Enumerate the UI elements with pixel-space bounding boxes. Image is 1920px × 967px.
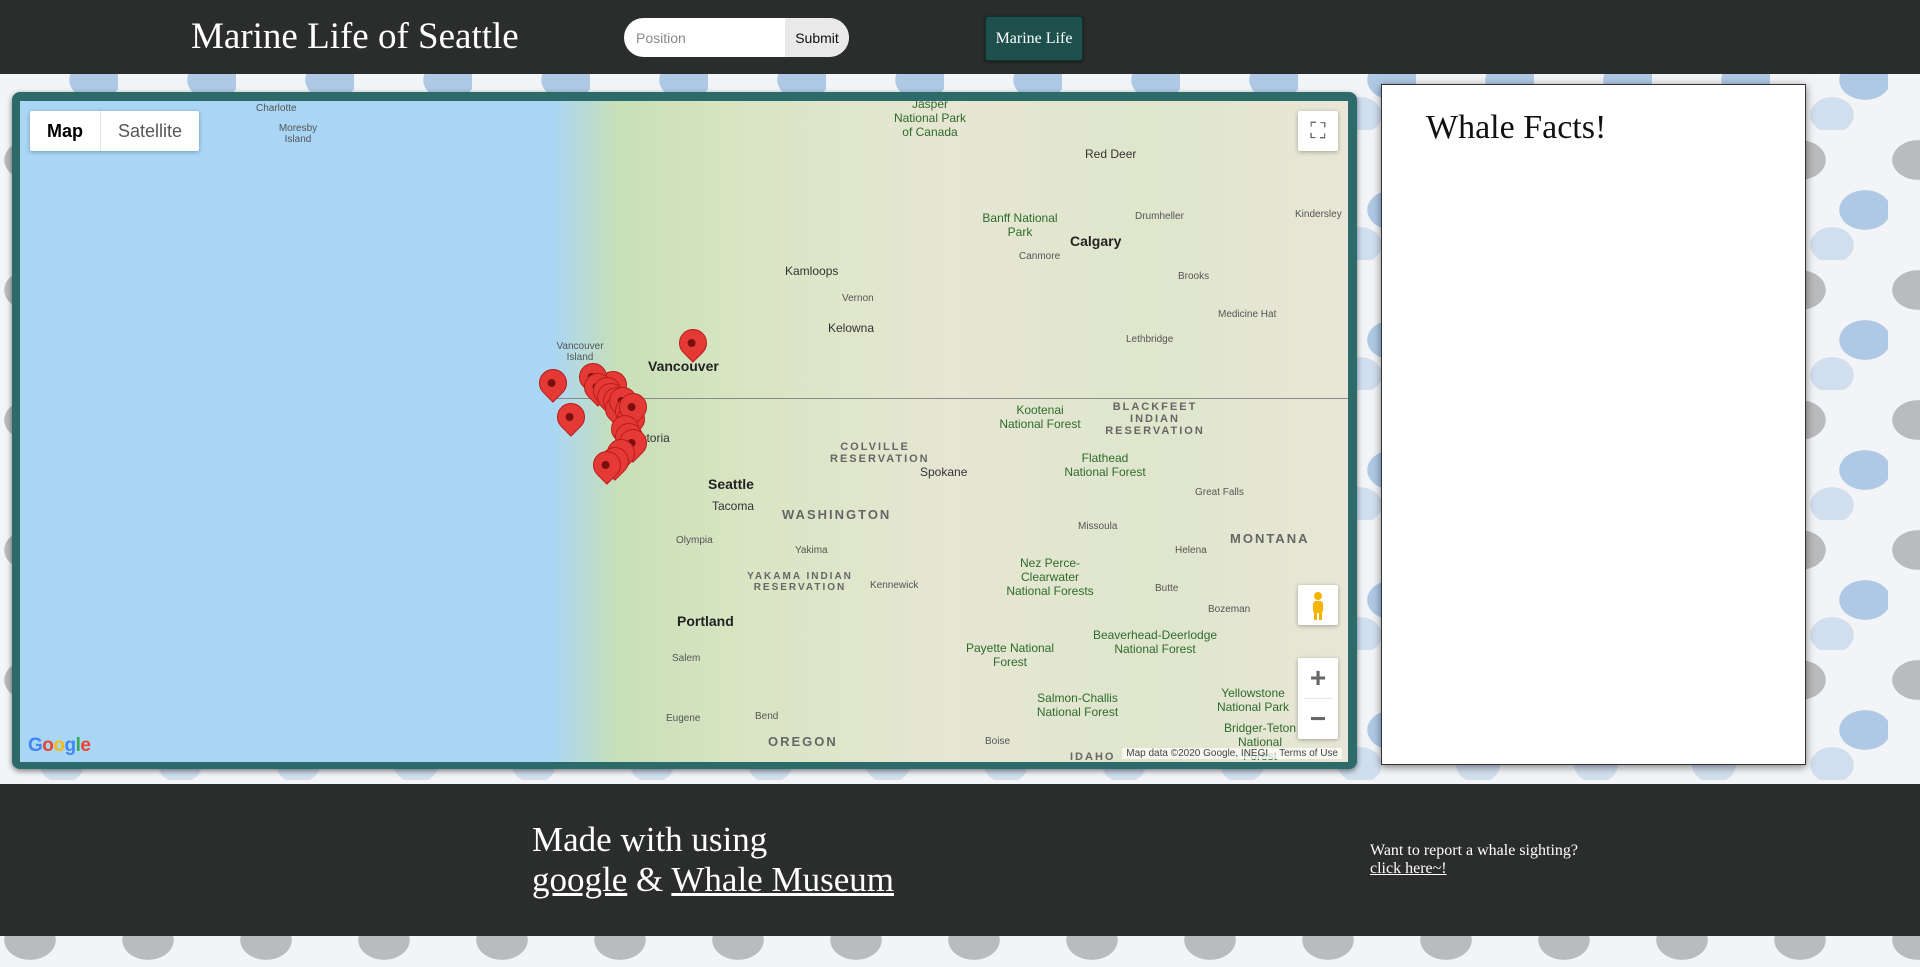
map-attribution: Map data ©2020 Google, INEGI Terms of Us…: [1122, 748, 1342, 759]
google-logo-o1: o: [42, 735, 54, 756]
whale-sighting-marker[interactable]: [673, 323, 713, 363]
city-label-seattle: Seattle: [708, 476, 754, 492]
region-label: MONTANA: [1230, 531, 1310, 546]
map-type-satellite-button[interactable]: Satellite: [100, 111, 199, 151]
place-label: Moresby Island: [278, 123, 318, 145]
google-logo-g: G: [28, 735, 43, 756]
place-label: Missoula: [1078, 521, 1118, 532]
place-label: Butte: [1155, 583, 1179, 594]
marine-life-button[interactable]: Marine Life: [985, 16, 1083, 61]
region-label: IDAHO: [1070, 751, 1116, 762]
park-label: Payette National Forest: [965, 641, 1055, 669]
position-input[interactable]: [624, 18, 796, 57]
ampersand: &: [636, 860, 664, 899]
city-label-portland: Portland: [677, 613, 734, 629]
report-sighting: Want to report a whale sighting? click h…: [1370, 842, 1578, 878]
fullscreen-icon: ⛶: [1310, 118, 1326, 143]
google-logo-g2: g: [64, 735, 77, 756]
place-label: Tacoma: [712, 499, 755, 513]
google-map[interactable]: Charlotte Moresby Island Jasper National…: [20, 101, 1348, 762]
city-label-calgary: Calgary: [1070, 233, 1122, 249]
place-label: Salem: [672, 653, 701, 664]
place-label: Charlotte: [256, 103, 297, 114]
place-label: Kelowna: [828, 321, 875, 335]
region-label: YAKAMA INDIAN RESERVATION: [747, 571, 853, 593]
region-label: OREGON: [768, 734, 838, 749]
park-label: Yellowstone National Park: [1216, 686, 1290, 714]
place-label: Great Falls: [1195, 487, 1244, 498]
park-label: Banff National Park: [982, 211, 1058, 239]
zoom-in-button[interactable]: +: [1298, 658, 1338, 698]
place-label: Eugene: [666, 713, 701, 724]
park-label: Kootenai National Forest: [999, 403, 1081, 431]
place-label: Olympia: [676, 535, 713, 546]
map-data-text: Map data ©2020 Google, INEGI: [1126, 748, 1269, 759]
made-with-text: Made with: [532, 820, 683, 859]
zoom-control: + −: [1298, 658, 1338, 739]
place-label: Kamloops: [785, 264, 839, 278]
place-label: Canmore: [1019, 251, 1061, 262]
position-search-form: Submit: [624, 18, 849, 57]
map-frame: Charlotte Moresby Island Jasper National…: [12, 92, 1357, 769]
made-with-credit: Made with using google & Whale Museum: [532, 820, 894, 900]
street-view-pegman[interactable]: [1298, 585, 1338, 625]
city-label-vancouver: Vancouver: [648, 358, 719, 374]
place-label: Kindersley: [1295, 209, 1342, 220]
place-label: Red Deer: [1085, 147, 1137, 161]
region-label: BLACKFEET INDIAN RESERVATION: [1105, 401, 1205, 437]
google-logo-o2: o: [53, 735, 65, 756]
submit-button[interactable]: Submit: [785, 18, 849, 57]
place-label: Vancouver Island: [556, 341, 604, 363]
place-label: Yakima: [795, 545, 828, 556]
site-title: Marine Life of Seattle: [191, 16, 519, 57]
place-label: Bend: [755, 711, 779, 722]
place-label: Boise: [985, 736, 1011, 747]
place-label: Helena: [1175, 545, 1207, 556]
fullscreen-toggle[interactable]: ⛶: [1298, 111, 1338, 151]
place-label: Kennewick: [870, 580, 919, 591]
country-border-line: [550, 398, 1348, 399]
map-type-control: Map Satellite: [30, 111, 200, 151]
report-sighting-link[interactable]: click here~!: [1370, 860, 1447, 877]
google-link[interactable]: google: [532, 860, 627, 899]
place-label: Spokane: [920, 465, 968, 479]
whale-sighting-marker[interactable]: [533, 363, 573, 403]
place-label: Medicine Hat: [1218, 309, 1277, 320]
region-label: WASHINGTON: [782, 507, 892, 522]
place-label: Vernon: [842, 293, 874, 304]
google-logo-e: e: [80, 735, 91, 756]
whale-museum-link[interactable]: Whale Museum: [671, 860, 894, 899]
footer: Made with using google & Whale Museum Wa…: [0, 784, 1920, 936]
whale-facts-panel: Whale Facts!: [1381, 84, 1806, 765]
pegman-icon: [1313, 592, 1323, 620]
region-label: COLVILLE RESERVATION: [830, 441, 930, 465]
map-type-map-button[interactable]: Map: [30, 111, 100, 151]
park-label: Nez Perce-Clearwater National Forests: [1006, 556, 1094, 598]
top-navbar: Marine Life of Seattle Submit Marine Lif…: [0, 0, 1920, 74]
place-label: Bozeman: [1208, 604, 1251, 615]
using-text: using: [691, 820, 768, 859]
park-label: Jasper National Park of Canada: [893, 101, 967, 139]
place-label: Lethbridge: [1126, 334, 1174, 345]
zoom-out-button[interactable]: −: [1298, 699, 1338, 739]
place-label: Brooks: [1178, 271, 1210, 282]
whale-sighting-marker[interactable]: [551, 397, 591, 437]
park-label: Salmon-Challis National Forest: [1036, 691, 1119, 719]
park-label: Flathead National Forest: [1064, 451, 1146, 479]
whale-facts-title: Whale Facts!: [1426, 109, 1607, 146]
report-sighting-text: Want to report a whale sighting?: [1370, 842, 1578, 859]
park-label: Beaverhead-Deerlodge National Forest: [1092, 628, 1218, 656]
terms-of-use-link[interactable]: Terms of Use: [1279, 748, 1338, 759]
place-label: Drumheller: [1135, 211, 1184, 222]
google-logo: Google: [28, 735, 91, 757]
